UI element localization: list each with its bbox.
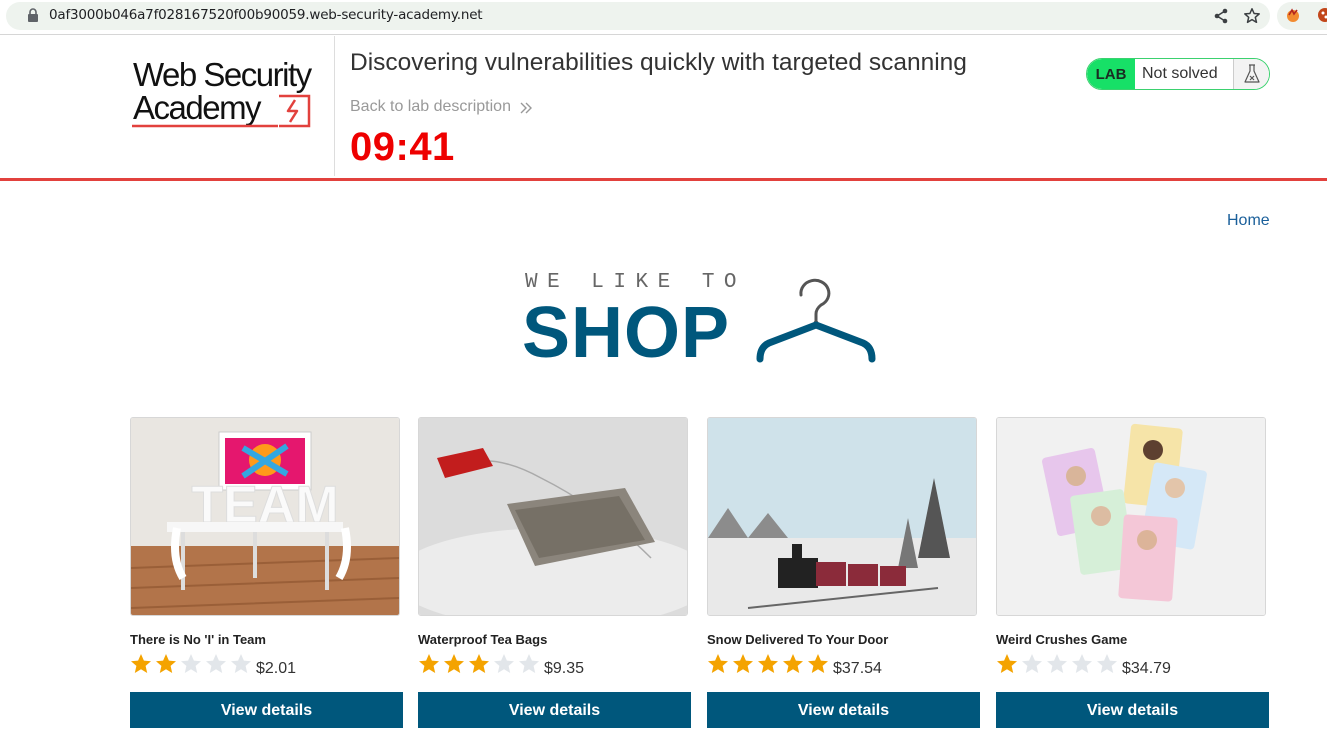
- product-price: $34.79: [1122, 660, 1171, 678]
- shop-wordmark: SHOP: [522, 293, 730, 373]
- product-price: $37.54: [833, 660, 882, 678]
- star-filled-icon: [782, 653, 804, 675]
- extension-icon[interactable]: [1316, 6, 1327, 24]
- star-filled-icon: [418, 653, 440, 675]
- home-link[interactable]: Home: [1227, 212, 1270, 230]
- star-filled-icon: [443, 653, 465, 675]
- product-image[interactable]: [707, 417, 977, 616]
- flask-icon: [1243, 64, 1261, 84]
- product-rating: [996, 653, 1126, 679]
- star-filled-icon: [807, 653, 829, 675]
- view-details-button[interactable]: View details: [130, 692, 403, 728]
- product-card: TEAM There is No 'I' in Team $2.01 View …: [130, 417, 404, 737]
- lab-status-badge: LAB: [1087, 59, 1135, 89]
- lab-timer: 09:41: [350, 125, 455, 170]
- lab-status-widget: LAB Not solved: [1086, 58, 1270, 90]
- star-filled-icon: [468, 653, 490, 675]
- star-empty-icon: [205, 653, 227, 675]
- view-details-button[interactable]: View details: [418, 692, 691, 728]
- svg-text:Academy: Academy: [133, 89, 262, 126]
- star-empty-icon: [1021, 653, 1043, 675]
- product-name: There is No 'I' in Team: [130, 632, 266, 647]
- view-details-button[interactable]: View details: [996, 692, 1269, 728]
- lab-title: Discovering vulnerabilities quickly with…: [350, 49, 967, 77]
- product-name: Snow Delivered To Your Door: [707, 632, 888, 647]
- star-filled-icon: [757, 653, 779, 675]
- star-filled-icon: [707, 653, 729, 675]
- url-text[interactable]: 0af3000b046a7f028167520f00b90059.web-sec…: [49, 7, 482, 23]
- extension-icon[interactable]: [1284, 6, 1302, 24]
- product-name: Waterproof Tea Bags: [418, 632, 547, 647]
- lock-icon[interactable]: [27, 8, 39, 22]
- star-empty-icon: [230, 653, 252, 675]
- back-to-lab-description-link[interactable]: Back to lab description: [350, 98, 511, 116]
- product-price: $9.35: [544, 660, 584, 678]
- header-vertical-divider: [334, 36, 335, 176]
- product-card: Waterproof Tea Bags $9.35 View details: [418, 417, 692, 737]
- star-empty-icon: [493, 653, 515, 675]
- bookmark-star-icon[interactable]: [1243, 7, 1261, 25]
- view-details-button[interactable]: View details: [707, 692, 980, 728]
- product-price: $2.01: [256, 660, 296, 678]
- product-image[interactable]: [418, 417, 688, 616]
- double-chevron-right-icon[interactable]: [519, 101, 533, 115]
- star-empty-icon: [1071, 653, 1093, 675]
- star-empty-icon: [180, 653, 202, 675]
- star-filled-icon: [732, 653, 754, 675]
- product-rating: [707, 653, 837, 679]
- product-card: Snow Delivered To Your Door $37.54 View …: [707, 417, 981, 737]
- star-empty-icon: [1096, 653, 1118, 675]
- lab-status-text: Not solved: [1142, 65, 1218, 83]
- star-empty-icon: [518, 653, 540, 675]
- star-filled-icon: [155, 653, 177, 675]
- product-rating: [418, 653, 548, 679]
- product-image[interactable]: TEAM: [130, 417, 400, 616]
- product-image[interactable]: [996, 417, 1266, 616]
- web-security-academy-logo[interactable]: Web Security Academy: [130, 54, 335, 132]
- clothes-hanger-icon: [755, 271, 877, 363]
- star-empty-icon: [1046, 653, 1068, 675]
- lab-status-icon-cell: [1233, 59, 1270, 89]
- header-divider-line: [0, 178, 1327, 181]
- product-rating: [130, 653, 260, 679]
- star-filled-icon: [996, 653, 1018, 675]
- star-filled-icon: [130, 653, 152, 675]
- product-name: Weird Crushes Game: [996, 632, 1127, 647]
- share-icon[interactable]: [1212, 7, 1230, 25]
- product-card: Weird Crushes Game $34.79 View details: [996, 417, 1270, 737]
- svg-text:Web Security: Web Security: [133, 56, 313, 93]
- shop-tagline: WE LIKE TO: [525, 271, 746, 294]
